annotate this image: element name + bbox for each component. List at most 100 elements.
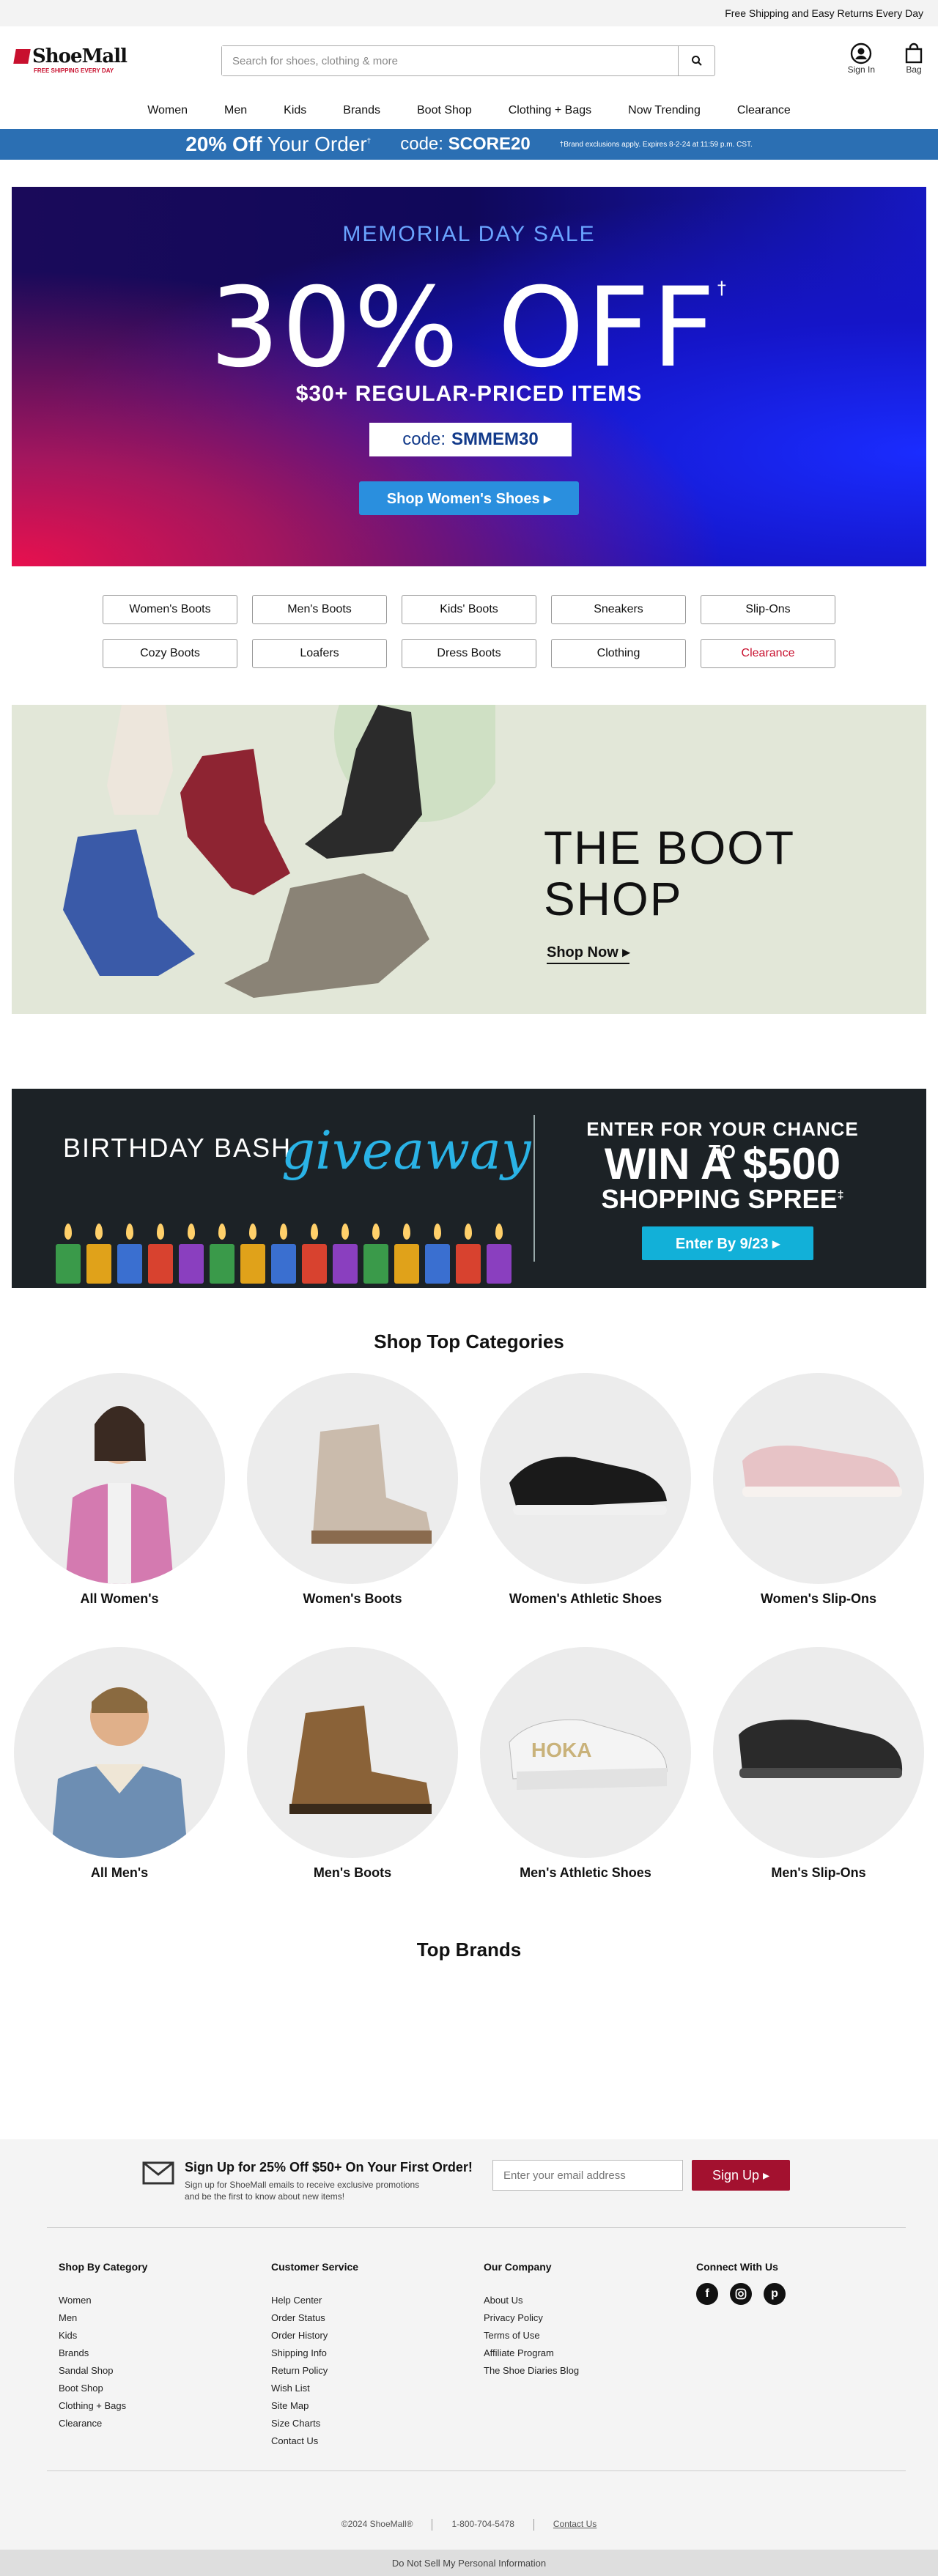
footer-link-boot-shop[interactable]: Boot Shop [59, 2380, 249, 2397]
mens-slip-on-image [739, 1720, 903, 1778]
footer-link-privacy-policy[interactable]: Privacy Policy [484, 2309, 674, 2327]
cat-cozy-boots[interactable]: Cozy Boots [103, 639, 237, 668]
pinterest-icon[interactable]: p [764, 2283, 786, 2305]
footer-link-kids[interactable]: Kids [59, 2327, 249, 2344]
boot-shop-banner[interactable]: THE BOOT SHOP Shop Now ▸ [12, 705, 926, 1014]
footer-link-men[interactable]: Men [59, 2309, 249, 2327]
email-field[interactable] [492, 2160, 683, 2191]
tile-label: Women's Boots [303, 1591, 402, 1606]
cat-slip-ons[interactable]: Slip-Ons [701, 595, 835, 624]
footer-link-clothing-bags[interactable]: Clothing + Bags [59, 2397, 249, 2415]
nav-women[interactable]: Women [129, 104, 206, 117]
tile-label: All Men's [90, 1865, 149, 1880]
tile-label: All Women's [80, 1591, 159, 1606]
footer-link-help-center[interactable]: Help Center [271, 2292, 462, 2309]
bag-button[interactable]: Bag [904, 42, 923, 75]
mens-athletic-image: HOKA [509, 1719, 668, 1790]
footer-link-order-status[interactable]: Order Status [271, 2309, 462, 2327]
footer-link-women[interactable]: Women [59, 2292, 249, 2309]
category-tile-womens-boots[interactable]: Women's Boots [246, 1373, 459, 1607]
facebook-icon[interactable]: f [696, 2283, 718, 2305]
category-tile-mens-boots[interactable]: Men's Boots [246, 1647, 459, 1881]
sign-in-button[interactable]: Sign In [848, 42, 875, 75]
hero-banner[interactable]: MEMORIAL DAY SALE 30% OFF† $30+ REGULAR-… [12, 187, 926, 566]
promo-code-label: code: [400, 134, 443, 154]
candles-image [56, 1224, 512, 1284]
footer-link-contact-us[interactable]: Contact Us [271, 2432, 462, 2450]
footer-link-about-us[interactable]: About Us [484, 2292, 674, 2309]
footer-contact-link[interactable]: Contact Us [553, 2519, 597, 2531]
category-buttons: Women's Boots Men's Boots Kids' Boots Sn… [103, 595, 835, 668]
cat-loafers[interactable]: Loafers [252, 639, 387, 668]
man-image [51, 1687, 188, 1858]
instagram-icon[interactable] [730, 2283, 752, 2305]
category-tile-mens-slip-ons[interactable]: Men's Slip-Ons [712, 1647, 925, 1881]
footer-link-brands[interactable]: Brands [59, 2344, 249, 2362]
promo-disclaimer: †Brand exclusions apply. Expires 8-2-24 … [559, 140, 753, 149]
search-bar [221, 45, 715, 76]
footer-link-return-policy[interactable]: Return Policy [271, 2362, 462, 2380]
boot-title-line1: THE BOOT [544, 821, 796, 874]
footer-link-shipping-info[interactable]: Shipping Info [271, 2344, 462, 2362]
phone-number[interactable]: 1-800-704-5478 [451, 2519, 514, 2531]
footer-divider [47, 2227, 906, 2228]
signup-subtitle: Sign up for ShoeMall emails to receive e… [185, 2180, 420, 2202]
footer-customer-service: Customer Service Help Center Order Statu… [271, 2261, 462, 2450]
bday-script: giveaway [281, 1119, 531, 1181]
footer-bottom: ©2024 ShoeMall® 1-800-704-5478 Contact U… [0, 2519, 938, 2531]
cat-clothing[interactable]: Clothing [551, 639, 686, 668]
footer-heading: Shop By Category [59, 2261, 148, 2273]
bday-title: BIRTHDAY BASH [63, 1133, 292, 1163]
search-input[interactable] [222, 46, 678, 75]
footer-link-affiliate[interactable]: Affiliate Program [484, 2344, 674, 2362]
cat-dress-boots[interactable]: Dress Boots [402, 639, 536, 668]
footer-link-sandal-shop[interactable]: Sandal Shop [59, 2362, 249, 2380]
copyright: ©2024 ShoeMall® [341, 2519, 413, 2529]
footer-divider [47, 2470, 906, 2471]
category-tile-womens-athletic[interactable]: Women's Athletic Shoes [479, 1373, 692, 1607]
footer-heading: Connect With Us [696, 2261, 778, 2273]
mens-boot-image [289, 1706, 432, 1814]
birthday-giveaway-banner[interactable]: BIRTHDAY BASH giveaway ENTER FOR YOUR CH… [12, 1089, 926, 1288]
footer-link-wish-list[interactable]: Wish List [271, 2380, 462, 2397]
footer-link-size-charts[interactable]: Size Charts [271, 2415, 462, 2432]
nav-kids[interactable]: Kids [265, 104, 325, 117]
do-not-sell-link[interactable]: Do Not Sell My Personal Information [0, 2550, 938, 2576]
shop-womens-shoes-button[interactable]: Shop Women's Shoes ▸ [359, 481, 579, 515]
hero-code-label: code: [402, 429, 446, 449]
category-tile-all-mens[interactable]: All Men's [13, 1647, 226, 1881]
hero-headline: 30% OFF [210, 264, 717, 392]
nav-now-trending[interactable]: Now Trending [610, 104, 719, 117]
footer-link-blog[interactable]: The Shoe Diaries Blog [484, 2362, 674, 2380]
footer-link-order-history[interactable]: Order History [271, 2327, 462, 2344]
tile-label: Women's Athletic Shoes [509, 1591, 662, 1606]
category-tile-womens-slip-ons[interactable]: Women's Slip-Ons [712, 1373, 925, 1607]
footer-link-clearance[interactable]: Clearance [59, 2415, 249, 2432]
logo-name: ShoeMall [32, 45, 128, 67]
user-icon [851, 42, 872, 64]
nav-clothing-bags[interactable]: Clothing + Bags [490, 104, 610, 117]
bday-enter-button[interactable]: Enter By 9/23 ▸ [642, 1226, 813, 1260]
cat-kids-boots[interactable]: Kids' Boots [402, 595, 536, 624]
nav-clearance[interactable]: Clearance [719, 104, 809, 117]
promo-strip[interactable]: 20% Off Your Order† code: SCORE20 †Brand… [0, 129, 938, 160]
hero-eyebrow: MEMORIAL DAY SALE [342, 222, 596, 246]
footer-heading: Customer Service [271, 2261, 359, 2273]
cat-sneakers[interactable]: Sneakers [551, 595, 686, 624]
category-tile-mens-athletic[interactable]: HOKA Men's Athletic Shoes [479, 1647, 692, 1881]
cat-mens-boots[interactable]: Men's Boots [252, 595, 387, 624]
cat-clearance[interactable]: Clearance [701, 639, 835, 668]
nav-brands[interactable]: Brands [325, 104, 399, 117]
search-button[interactable] [678, 46, 714, 75]
footer-link-terms[interactable]: Terms of Use [484, 2327, 674, 2344]
nav-men[interactable]: Men [206, 104, 265, 117]
sign-in-label: Sign In [847, 64, 875, 75]
logo[interactable]: ShoeMall FREE SHIPPING EVERY DAY [13, 45, 132, 74]
category-tile-all-womens[interactable]: All Women's [13, 1373, 226, 1607]
boot-shop-now-link[interactable]: Shop Now ▸ [547, 943, 630, 964]
nav-boot-shop[interactable]: Boot Shop [399, 104, 490, 117]
signup-button[interactable]: Sign Up ▸ [692, 2160, 790, 2191]
footer-link-site-map[interactable]: Site Map [271, 2397, 462, 2415]
cat-womens-boots[interactable]: Women's Boots [103, 595, 237, 624]
main-nav: Women Men Kids Brands Boot Shop Clothing… [0, 92, 938, 129]
